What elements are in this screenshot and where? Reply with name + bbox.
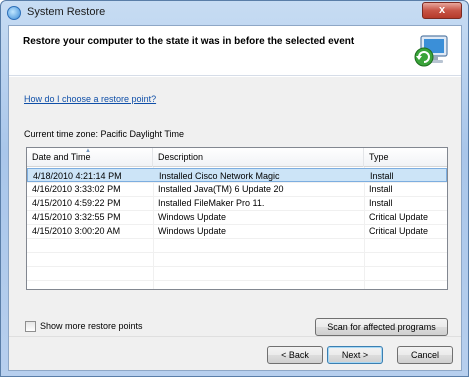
table-row[interactable]: 4/18/2010 4:21:14 PM Installed Cisco Netw…: [27, 168, 447, 182]
cell-type: Install: [369, 198, 393, 208]
column-header-description[interactable]: Description: [153, 148, 364, 167]
empty-row: [27, 266, 447, 280]
wizard-body: How do I choose a restore point? Current…: [9, 77, 461, 336]
cell-date: 4/15/2010 4:59:22 PM: [32, 198, 121, 208]
restore-monitor-icon: [414, 35, 448, 67]
close-button[interactable]: x: [422, 2, 462, 19]
cell-description: Windows Update: [158, 212, 227, 222]
cell-type: Critical Update: [369, 212, 429, 222]
cell-description: Installed Cisco Network Magic: [159, 171, 280, 181]
cell-type: Install: [370, 171, 394, 181]
column-header-date-label: Date and Time: [32, 152, 91, 162]
table-header: ▲ Date and Time Description Type: [27, 148, 447, 167]
wizard-client: Restore your computer to the state it wa…: [8, 25, 462, 371]
column-header-date[interactable]: ▲ Date and Time: [27, 148, 153, 167]
cell-date: 4/15/2010 3:00:20 AM: [32, 226, 121, 236]
column-header-description-label: Description: [158, 152, 204, 162]
empty-row: [27, 252, 447, 266]
cell-description: Windows Update: [158, 226, 227, 236]
row-gridline: [27, 280, 447, 281]
wizard-header: Restore your computer to the state it wa…: [9, 26, 461, 76]
title-bar[interactable]: System Restore x: [1, 1, 468, 25]
empty-row: [27, 238, 447, 252]
header-title: Restore your computer to the state it wa…: [23, 36, 355, 47]
table-row[interactable]: 4/16/2010 3:33:02 PM Installed Java(TM) 6…: [27, 182, 447, 196]
table-row[interactable]: 4/15/2010 3:32:55 PM Windows Update Critic…: [27, 210, 447, 224]
cell-date: 4/18/2010 4:21:14 PM: [33, 171, 122, 181]
cell-date: 4/15/2010 3:32:55 PM: [32, 212, 121, 222]
table-row[interactable]: 4/15/2010 4:59:22 PM Installed FileMaker …: [27, 196, 447, 210]
cell-description: Installed FileMaker Pro 11.: [158, 198, 265, 208]
cancel-button[interactable]: Cancel: [397, 346, 453, 364]
next-button[interactable]: Next >: [327, 346, 383, 364]
cell-type: Critical Update: [369, 226, 429, 236]
system-restore-icon: [7, 6, 21, 20]
help-link[interactable]: How do I choose a restore point?: [24, 94, 156, 104]
scan-affected-programs-button[interactable]: Scan for affected programs: [315, 318, 448, 336]
restore-points-table[interactable]: ▲ Date and Time Description Type 4/18/20…: [26, 147, 448, 290]
column-header-type-label: Type: [369, 152, 389, 162]
cell-date: 4/16/2010 3:33:02 PM: [32, 184, 121, 194]
table-row[interactable]: 4/15/2010 3:00:20 AM Windows Update Critic…: [27, 224, 447, 238]
checkbox-box[interactable]: [25, 321, 36, 332]
sort-arrow-icon: ▲: [85, 148, 91, 154]
cell-description: Installed Java(TM) 6 Update 20: [158, 184, 284, 194]
back-button[interactable]: < Back: [267, 346, 323, 364]
window-title: System Restore: [27, 6, 106, 18]
timezone-label: Current time zone: Pacific Daylight Time: [24, 129, 185, 139]
column-header-type[interactable]: Type: [364, 148, 447, 167]
cell-type: Install: [369, 184, 393, 194]
show-more-label[interactable]: Show more restore points: [40, 321, 143, 331]
wizard-footer: < Back Next > Cancel: [9, 336, 461, 370]
system-restore-window: System Restore x Restore your computer t…: [0, 0, 469, 377]
